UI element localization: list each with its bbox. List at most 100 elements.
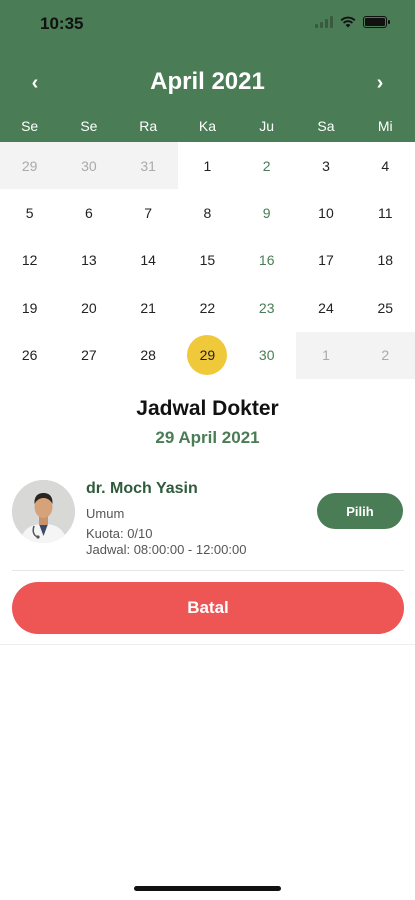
calendar-day[interactable]: 9: [237, 189, 296, 236]
calendar-day[interactable]: 7: [119, 189, 178, 236]
calendar-day-label: 7: [144, 205, 153, 222]
schedule-date: 29 April 2021: [155, 428, 260, 447]
calendar-day[interactable]: 29: [0, 142, 60, 190]
calendar-day-label: 13: [81, 252, 97, 269]
calendar-day-label: 1: [322, 347, 330, 364]
calendar-day[interactable]: 11: [356, 189, 415, 236]
calendar-day[interactable]: 8: [178, 189, 237, 236]
wifi-icon: [340, 16, 356, 28]
calendar-day-label: 29: [187, 335, 228, 376]
calendar-day-label: 25: [377, 299, 394, 316]
calendar-day[interactable]: 2: [237, 142, 296, 189]
calendar-day-label: 14: [140, 252, 156, 269]
calendar-day[interactable]: 4: [356, 142, 415, 189]
calendar-day-label: 30: [258, 347, 275, 364]
calendar-day[interactable]: 2: [355, 331, 415, 379]
calendar-day[interactable]: 15: [178, 237, 237, 284]
calendar-day[interactable]: 31: [118, 142, 178, 190]
calendar-day-label: 24: [318, 299, 334, 316]
calendar-day-label: 27: [81, 347, 97, 364]
calendar-day[interactable]: 10: [296, 189, 355, 236]
calendar-day-label: 19: [21, 299, 38, 316]
calendar-day-label: 2: [262, 157, 271, 174]
battery-icon: [363, 16, 390, 28]
calendar-day-label: 29: [21, 157, 38, 174]
status-icons: [315, 16, 390, 28]
calendar-day[interactable]: 18: [356, 237, 415, 284]
calendar-day-label: 20: [81, 299, 97, 316]
doctor-schedule-time: Jadwal: 08:00:00 - 12:00:00: [86, 542, 247, 557]
calendar-day[interactable]: 5: [0, 189, 59, 236]
calendar-day[interactable]: 30: [237, 332, 296, 379]
calendar-day-label: 5: [25, 205, 34, 222]
calendar-day[interactable]: 12: [0, 237, 59, 284]
cancel-button[interactable]: Batal: [12, 582, 404, 634]
calendar-day-label: 1: [203, 157, 212, 174]
calendar-day[interactable]: 16: [237, 237, 296, 284]
calendar-day[interactable]: 30: [59, 142, 119, 190]
weekday-label: Ju: [259, 118, 275, 134]
calendar-day[interactable]: 28: [119, 332, 178, 379]
calendar-day-label: 26: [21, 347, 38, 364]
status-time: 10:35: [40, 14, 84, 33]
calendar-day[interactable]: 26: [0, 332, 59, 379]
calendar-day-label: 16: [258, 252, 275, 269]
calendar-day-label: 11: [377, 205, 393, 222]
weekday-label: Sa: [317, 118, 335, 134]
calendar-day[interactable]: 22: [178, 284, 237, 331]
doctor-specialty: Umum: [86, 506, 125, 521]
pick-doctor-button[interactable]: Pilih: [317, 493, 403, 529]
weekday-label: Ra: [139, 118, 158, 134]
calendar-day-label: 28: [140, 347, 156, 364]
calendar-day[interactable]: 14: [119, 237, 178, 284]
calendar-day-label: 22: [199, 299, 216, 316]
doctor-name: dr. Moch Yasin: [86, 480, 198, 497]
calendar-day[interactable]: 25: [356, 284, 415, 331]
calendar-day[interactable]: 13: [59, 237, 118, 284]
calendar-day-label: 12: [21, 252, 38, 269]
calendar-day-label: 30: [81, 157, 97, 174]
calendar-day[interactable]: 17: [296, 237, 355, 284]
month-title: April 2021: [150, 68, 265, 95]
calendar-day-label: 9: [262, 205, 271, 222]
doctor-card: dr. Moch Yasin Umum Kuota: 0/10 Jadwal: …: [0, 470, 415, 571]
calendar-day-label: 23: [258, 299, 275, 316]
weekday-label: Se: [80, 118, 98, 134]
calendar-day[interactable]: 27: [59, 332, 118, 379]
calendar-day-label: 17: [318, 252, 334, 269]
calendar-day[interactable]: 3: [296, 142, 355, 189]
calendar-day[interactable]: 23: [237, 284, 296, 331]
calendar-day-label: 31: [140, 157, 156, 174]
cellular-signal-icon: [315, 16, 333, 28]
home-indicator: [134, 886, 281, 891]
calendar-day-label: 18: [377, 252, 394, 269]
calendar-day-grid: 29 30 31 1 2 3 4 5 6 7 8 9 10 11 12 13 14 15 16 17 18 19 20 21 2…: [0, 142, 415, 379]
calendar-day-label: 3: [322, 157, 330, 174]
next-month-button[interactable]: ›: [365, 68, 395, 98]
calendar-header: 10:35 ‹ April 2021 › Se Se Ra Ka Ju Sa M…: [0, 0, 415, 142]
divider: [12, 570, 404, 571]
weekday-label: Mi: [377, 118, 393, 134]
status-bar: 10:35: [0, 0, 415, 48]
calendar-day[interactable]: 19: [0, 284, 59, 331]
calendar-day[interactable]: 24: [296, 284, 355, 331]
calendar-day-label: 2: [381, 347, 390, 364]
calendar-day-label: 21: [140, 299, 156, 316]
schedule-title: Jadwal Dokter: [136, 397, 279, 420]
calendar-day[interactable]: 6: [59, 189, 118, 236]
doctor-avatar: [12, 480, 75, 543]
calendar-day[interactable]: 1: [178, 142, 237, 189]
calendar-day[interactable]: 1: [296, 331, 356, 379]
calendar-day-label: 15: [199, 252, 216, 269]
calendar-day[interactable]: 21: [119, 284, 178, 331]
calendar-day-label: 4: [381, 157, 390, 174]
weekday-header-row: Se Se Ra Ka Ju Sa Mi: [0, 118, 415, 140]
calendar-day-label: 8: [203, 205, 212, 222]
calendar-day-selected[interactable]: 29: [178, 332, 237, 379]
calendar-day-label: 10: [318, 205, 334, 222]
calendar-day[interactable]: 20: [59, 284, 118, 331]
chevron-right-icon: ›: [376, 71, 384, 94]
weekday-label: Ka: [198, 118, 216, 134]
doctor-quota: Kuota: 0/10: [86, 526, 153, 541]
weekday-label: Se: [21, 118, 39, 134]
